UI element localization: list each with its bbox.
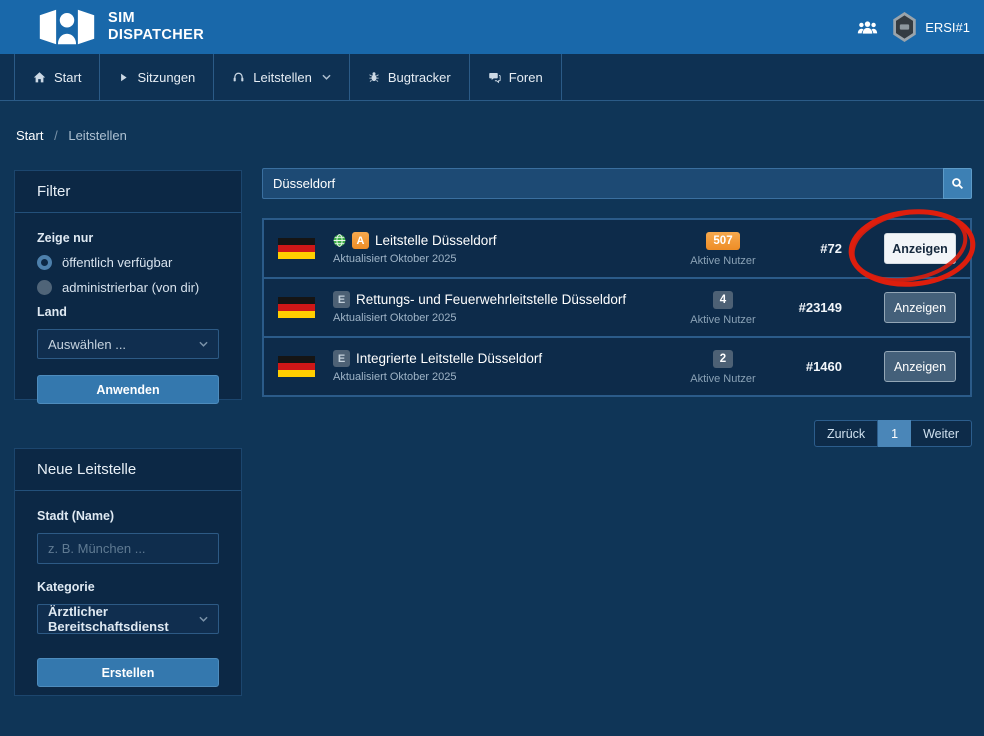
country-select[interactable]: Auswählen ... [37, 329, 219, 359]
category-select-value: Ärztlicher Bereitschaftsdienst [48, 604, 199, 634]
result-row: E Integrierte Leitstelle Düsseldorf Aktu… [264, 338, 970, 395]
create-button[interactable]: Erstellen [37, 658, 219, 687]
select-caret-icon [199, 341, 208, 347]
brand[interactable]: SIM DISPATCHER [38, 7, 204, 47]
city-label: Stadt (Name) [37, 509, 219, 523]
globe-public-icon [333, 234, 346, 247]
radio-administrable[interactable]: administrierbar (von dir) [37, 280, 219, 295]
pagination: Zurück 1 Weiter [814, 420, 972, 447]
pagination-prev-button[interactable]: Zurück [814, 420, 878, 447]
filter-panel-title: Filter [15, 171, 241, 213]
search-icon [951, 177, 964, 190]
bug-icon [368, 71, 380, 83]
result-row: A Leitstelle Düsseldorf Aktualisiert Okt… [264, 220, 970, 277]
user-label: ERSI#1 [925, 20, 970, 35]
app-root: SIM DISPATCHER [0, 0, 984, 736]
type-badge: A [352, 232, 369, 249]
result-title: Leitstelle Düsseldorf [375, 233, 497, 248]
type-badge: E [333, 291, 350, 308]
brand-logo-icon [38, 7, 96, 47]
germany-flag-icon [278, 238, 315, 260]
user-menu[interactable]: ERSI#1 [892, 11, 970, 43]
main-nav: Start Sitzungen Leitstellen [0, 54, 984, 101]
radio-administrable-input[interactable] [37, 280, 52, 295]
breadcrumb-current: Leitstellen [68, 128, 127, 143]
result-title: Rettungs- und Feuerwehrleitstelle Düssel… [356, 292, 626, 307]
type-badge: E [333, 350, 350, 367]
result-updated: Aktualisiert Oktober 2025 [333, 312, 678, 324]
breadcrumb-separator: / [54, 128, 58, 143]
comments-icon [488, 71, 501, 84]
top-header: SIM DISPATCHER [0, 0, 984, 54]
apply-button[interactable]: Anwenden [37, 375, 219, 404]
brand-line2: DISPATCHER [108, 27, 204, 44]
users-group-icon[interactable] [857, 20, 878, 35]
result-id: #23149 [768, 300, 842, 315]
play-icon [118, 72, 129, 83]
anzeigen-button[interactable]: Anzeigen [884, 233, 956, 264]
brand-line1: SIM [108, 10, 204, 27]
nav-label-bugtracker: Bugtracker [388, 70, 451, 85]
header-right: ERSI#1 [857, 11, 970, 43]
category-label: Kategorie [37, 580, 219, 594]
search-input[interactable] [262, 168, 943, 199]
active-users-label: Aktive Nutzer [678, 373, 768, 385]
result-id: #1460 [768, 359, 842, 374]
germany-flag-icon [278, 356, 315, 378]
active-users-badge: 507 [706, 232, 739, 250]
nav-label-foren: Foren [509, 70, 543, 85]
nav-label-start: Start [54, 70, 81, 85]
result-updated: Aktualisiert Oktober 2025 [333, 253, 678, 265]
new-center-panel: Neue Leitstelle Stadt (Name) Kategorie Ä… [14, 448, 242, 696]
breadcrumb: Start / Leitstellen [16, 128, 127, 143]
filter-panel: Filter Zeige nur öffentlich verfügbar ad… [14, 170, 242, 400]
nav-item-leitstellen[interactable]: Leitstellen [213, 54, 349, 100]
hexagon-avatar-icon [892, 11, 917, 43]
city-input[interactable] [37, 533, 219, 564]
show-only-label: Zeige nur [37, 231, 219, 245]
active-users-badge: 2 [713, 350, 733, 368]
headset-icon [232, 71, 245, 84]
active-users-badge: 4 [713, 291, 733, 309]
anzeigen-button[interactable]: Anzeigen [884, 292, 956, 323]
result-updated: Aktualisiert Oktober 2025 [333, 371, 678, 383]
radio-public-input[interactable] [37, 255, 52, 270]
active-users-label: Aktive Nutzer [678, 255, 768, 267]
results-list: A Leitstelle Düsseldorf Aktualisiert Okt… [262, 218, 972, 397]
nav-item-sitzungen[interactable]: Sitzungen [99, 54, 213, 100]
category-select[interactable]: Ärztlicher Bereitschaftsdienst [37, 604, 219, 634]
result-title: Integrierte Leitstelle Düsseldorf [356, 351, 542, 366]
country-label: Land [37, 305, 219, 319]
nav-item-start[interactable]: Start [14, 54, 99, 100]
anzeigen-button[interactable]: Anzeigen [884, 351, 956, 382]
chevron-down-icon [322, 74, 331, 80]
search-bar [262, 168, 972, 199]
result-id: #72 [768, 241, 842, 256]
select-caret-icon [199, 616, 208, 622]
pagination-current-page[interactable]: 1 [878, 420, 911, 447]
active-users-label: Aktive Nutzer [678, 314, 768, 326]
new-center-title: Neue Leitstelle [15, 449, 241, 491]
result-row: E Rettungs- und Feuerwehrleitstelle Düss… [264, 279, 970, 336]
nav-item-bugtracker[interactable]: Bugtracker [349, 54, 469, 100]
nav-item-foren[interactable]: Foren [469, 54, 562, 100]
nav-label-sitzungen: Sitzungen [137, 70, 195, 85]
pagination-next-button[interactable]: Weiter [911, 420, 972, 447]
search-button[interactable] [943, 168, 972, 199]
radio-public-label: öffentlich verfügbar [62, 255, 172, 270]
home-icon [33, 71, 46, 84]
country-select-value: Auswählen ... [48, 337, 126, 352]
radio-public[interactable]: öffentlich verfügbar [37, 255, 219, 270]
nav-label-leitstellen: Leitstellen [253, 70, 312, 85]
germany-flag-icon [278, 297, 315, 319]
breadcrumb-start-link[interactable]: Start [16, 128, 43, 143]
radio-administrable-label: administrierbar (von dir) [62, 280, 199, 295]
